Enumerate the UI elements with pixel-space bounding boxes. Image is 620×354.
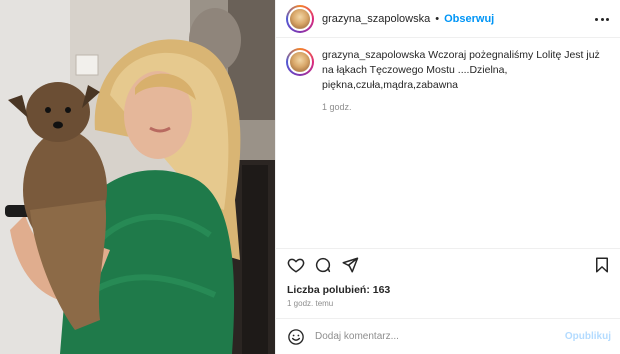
- separator-dot: •: [435, 12, 440, 25]
- comment-input[interactable]: [315, 331, 545, 342]
- header-username[interactable]: grazyna_szapolowska: [322, 13, 430, 25]
- follow-button[interactable]: Obserwuj: [444, 13, 494, 25]
- post-side-panel: grazyna_szapolowska • Obserwuj grazyna_s…: [275, 0, 620, 354]
- comment-bar: Opublikuj: [276, 318, 620, 354]
- heart-icon[interactable]: [287, 256, 305, 274]
- publish-button[interactable]: Opublikuj: [565, 331, 611, 342]
- photo-illustration: [0, 0, 275, 354]
- caption-timestamp[interactable]: 1 godz.: [322, 102, 611, 112]
- caption-text: grazyna_szapolowska Wczoraj pożegnaliśmy…: [322, 48, 611, 93]
- post-header: grazyna_szapolowska • Obserwuj: [276, 0, 620, 38]
- post-timestamp[interactable]: 1 godz. temu: [287, 299, 333, 308]
- send-icon[interactable]: [341, 256, 359, 274]
- caption-block: grazyna_szapolowska Wczoraj pożegnaliśmy…: [286, 48, 611, 112]
- emoji-icon[interactable]: [287, 328, 305, 346]
- instagram-post: grazyna_szapolowska • Obserwuj grazyna_s…: [0, 0, 620, 354]
- bookmark-icon[interactable]: [593, 256, 611, 274]
- more-options-icon[interactable]: [595, 12, 609, 26]
- action-bar: [276, 248, 620, 278]
- caption-username[interactable]: grazyna_szapolowska: [322, 49, 425, 61]
- caption-avatar[interactable]: [286, 48, 314, 76]
- likes-count[interactable]: Liczba polubień: 163: [287, 284, 390, 296]
- post-photo[interactable]: [0, 0, 275, 354]
- comment-icon[interactable]: [314, 256, 332, 274]
- avatar[interactable]: [286, 4, 314, 33]
